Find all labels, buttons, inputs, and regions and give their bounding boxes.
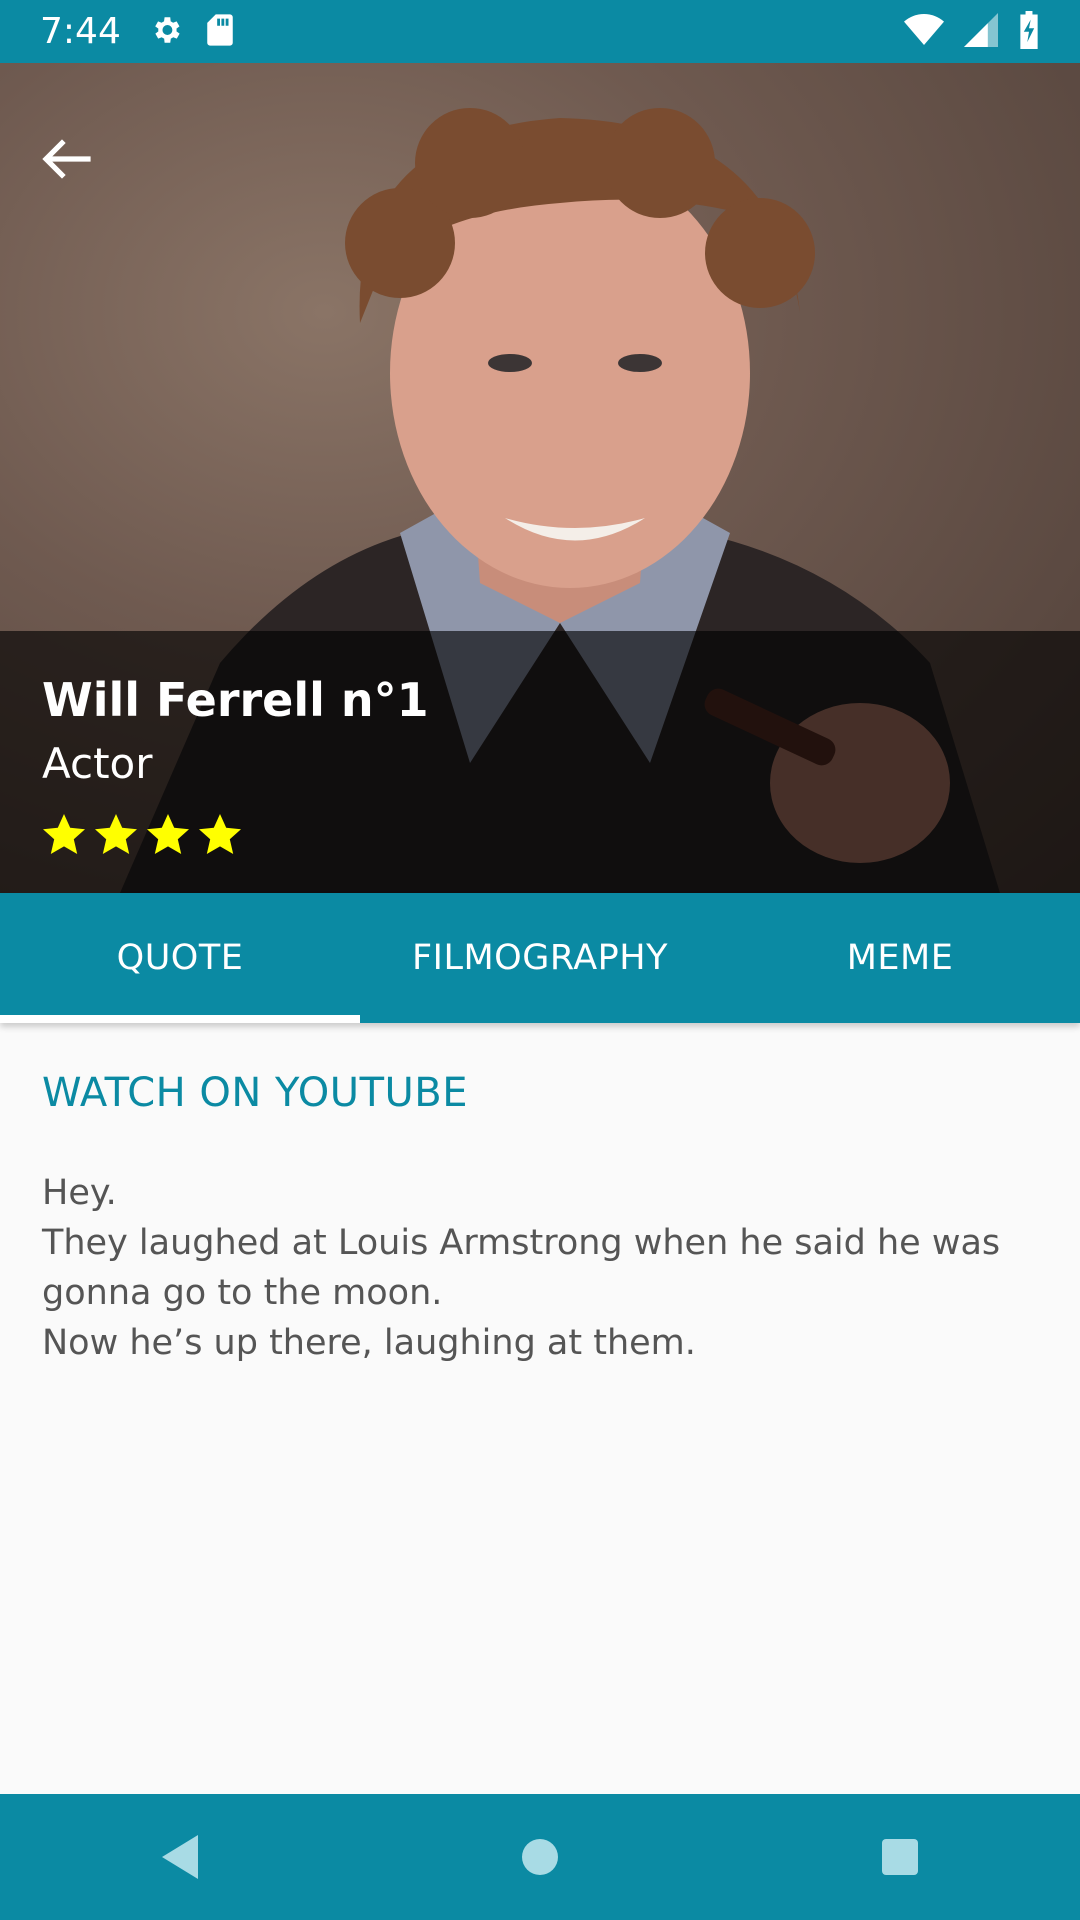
tab-bar: QUOTE FILMOGRAPHY MEME: [0, 893, 1080, 1023]
nav-back-button[interactable]: [135, 1812, 225, 1902]
actor-hero: Will Ferrell n°1 Actor: [0, 63, 1080, 893]
sd-card-icon: [205, 13, 235, 51]
battery-charging-icon: [1018, 10, 1040, 53]
quote-line: Hey.: [42, 1173, 117, 1213]
tab-meme[interactable]: MEME: [720, 893, 1080, 1023]
tab-quote[interactable]: QUOTE: [0, 893, 360, 1023]
actor-role: Actor: [42, 739, 153, 788]
wifi-icon: [904, 13, 944, 51]
back-button[interactable]: [30, 123, 102, 195]
status-time: 7:44: [40, 11, 121, 52]
nav-home-button[interactable]: [495, 1812, 585, 1902]
home-circle-icon: [522, 1839, 558, 1875]
quote-line: gonna go to the moon.: [42, 1273, 443, 1313]
back-triangle-icon: [162, 1835, 198, 1879]
signal-icon: [964, 12, 998, 51]
settings-icon: [149, 13, 183, 51]
star-icon: [95, 814, 137, 854]
system-nav-bar: [0, 1794, 1080, 1920]
quote-line: They laughed at Louis Armstrong when he …: [42, 1223, 1001, 1263]
star-icon: [199, 814, 241, 854]
star-icon: [43, 814, 85, 854]
tab-filmography[interactable]: FILMOGRAPHY: [360, 893, 720, 1023]
nav-recents-button[interactable]: [855, 1812, 945, 1902]
arrow-back-icon: [42, 139, 91, 179]
status-bar: 7:44: [0, 0, 1080, 63]
recents-square-icon: [882, 1839, 918, 1875]
rating-stars: [40, 811, 244, 859]
quote-text: Hey. They laughed at Louis Armstrong whe…: [42, 1168, 1042, 1368]
quote-content: WATCH ON YOUTUBE Hey. They laughed at Lo…: [42, 1070, 1042, 1368]
watch-on-youtube-link[interactable]: WATCH ON YOUTUBE: [42, 1070, 468, 1116]
quote-line: Now he’s up there, laughing at them.: [42, 1323, 696, 1363]
actor-name: Will Ferrell n°1: [42, 673, 429, 727]
star-icon: [147, 814, 189, 854]
